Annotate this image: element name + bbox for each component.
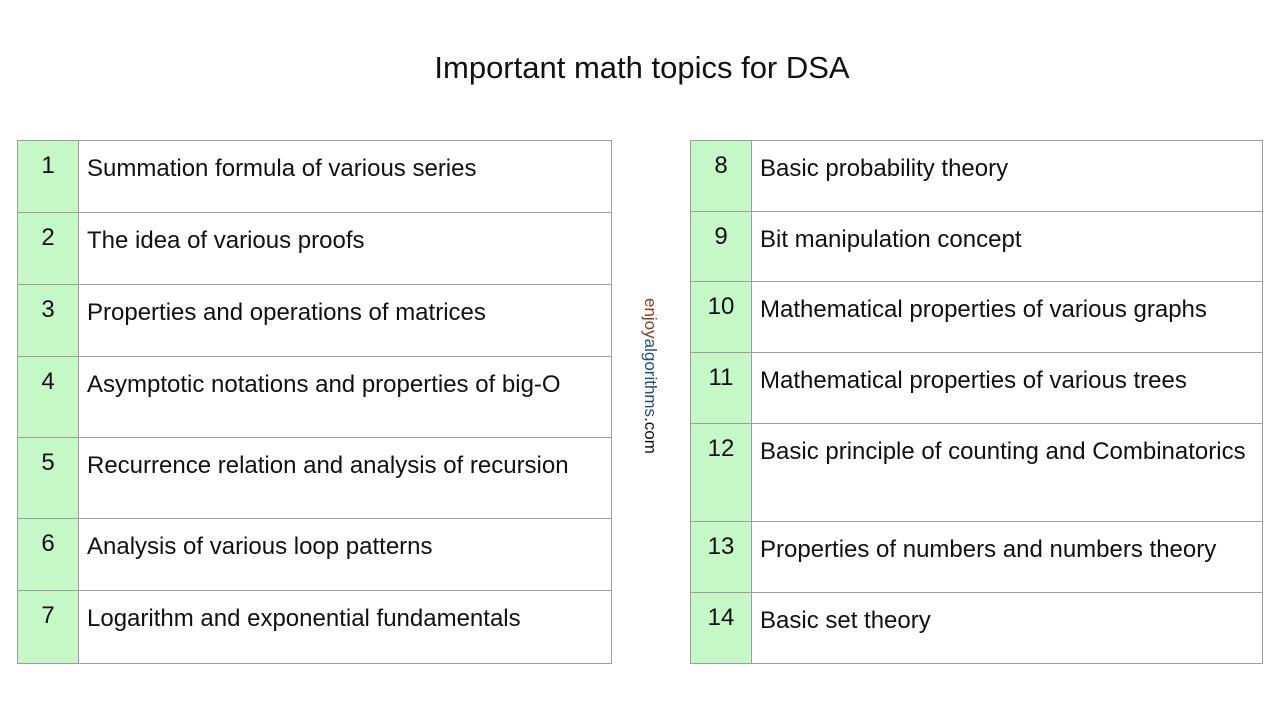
topic-number: 13 [690, 521, 752, 593]
topic-text: Properties and operations of matrices [78, 284, 612, 357]
topics-table-right: 8 Basic probability theory 9 Bit manipulati… [690, 140, 1263, 664]
topic-text: Logarithm and exponential fundamentals [78, 590, 612, 664]
topic-number: 6 [17, 518, 79, 591]
table-row: 8 Basic probability theory [690, 140, 1263, 212]
topic-number: 2 [17, 212, 79, 285]
table-row: 10 Mathematical properties of various gra… [690, 281, 1263, 353]
table-row: 5 Recurrence relation and analysis of rec… [17, 437, 612, 519]
watermark-part-1: enjoy [641, 298, 660, 339]
table-row: 7 Logarithm and exponential fundamentals [17, 590, 612, 664]
table-row: 2 The idea of various proofs [17, 212, 612, 285]
table-row: 12 Basic principle of counting and Combin… [690, 423, 1263, 522]
table-row: 6 Analysis of various loop patterns [17, 518, 612, 591]
table-row: 4 Asymptotic notations and properties of … [17, 356, 612, 438]
topic-text: Recurrence relation and analysis of recu… [78, 437, 612, 519]
watermark-part-3: .com [641, 417, 660, 454]
table-row: 13 Properties of numbers and numbers theo… [690, 521, 1263, 593]
topic-text: Properties of numbers and numbers theory [751, 521, 1263, 593]
topic-number: 4 [17, 356, 79, 438]
topic-number: 11 [690, 352, 752, 424]
topic-number: 10 [690, 281, 752, 353]
topic-number: 9 [690, 211, 752, 282]
topic-text: Basic probability theory [751, 140, 1263, 212]
topic-text: Basic set theory [751, 592, 1263, 664]
topic-number: 5 [17, 437, 79, 519]
page-title: Important math topics for DSA [434, 50, 850, 85]
table-row: 9 Bit manipulation concept [690, 211, 1263, 282]
topic-number: 7 [17, 590, 79, 664]
topic-text: Bit manipulation concept [751, 211, 1263, 282]
table-row: 3 Properties and operations of matrices [17, 284, 612, 357]
watermark-part-2: algorithms [641, 338, 660, 418]
table-row: 14 Basic set theory [690, 592, 1263, 664]
topic-text: Basic principle of counting and Combinat… [751, 423, 1263, 522]
topic-number: 3 [17, 284, 79, 357]
topic-text: Mathematical properties of various trees [751, 352, 1263, 424]
topic-text: The idea of various proofs [78, 212, 612, 285]
topic-number: 1 [17, 140, 79, 213]
topic-number: 8 [690, 140, 752, 212]
topic-text: Analysis of various loop patterns [78, 518, 612, 591]
table-row: 1 Summation formula of various series [17, 140, 612, 213]
topics-table-left: 1 Summation formula of various series 2 The… [17, 140, 612, 664]
topic-text: Asymptotic notations and properties of b… [78, 356, 612, 438]
topic-number: 14 [690, 592, 752, 664]
topic-text: Summation formula of various series [78, 140, 612, 213]
topic-text: Mathematical properties of various graph… [751, 281, 1263, 353]
topic-number: 12 [690, 423, 752, 522]
table-row: 11 Mathematical properties of various tre… [690, 352, 1263, 424]
watermark: enjoyalgorithms.com [640, 298, 660, 454]
